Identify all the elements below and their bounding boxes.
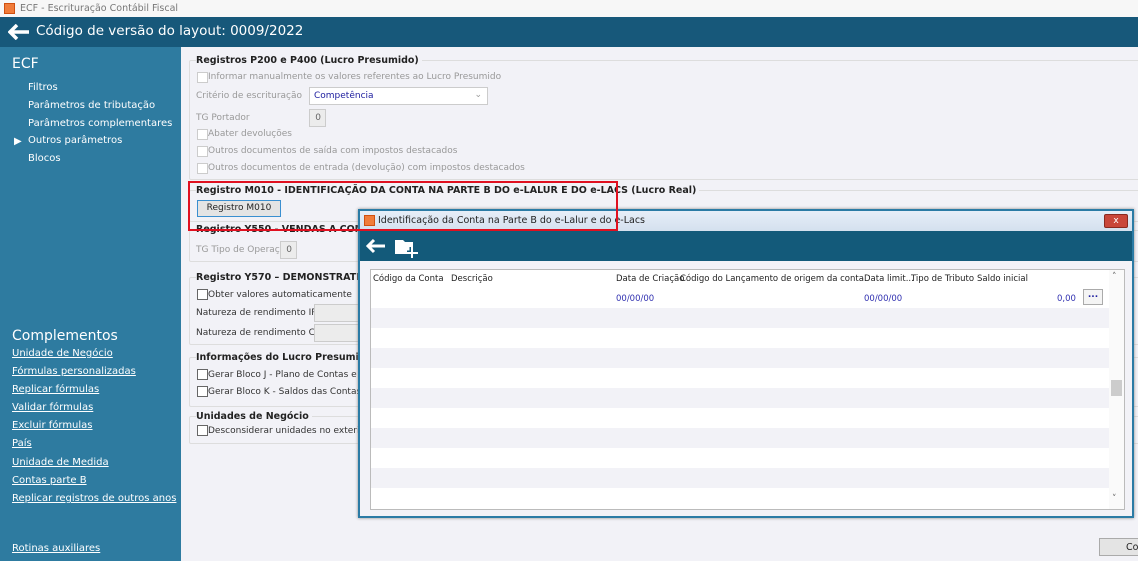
dialog-toolbar [360,231,1132,261]
link-validar-formulas[interactable]: Validar fórmulas [12,402,93,413]
label-informar-manual: Informar manualmente os valores referent… [208,72,502,82]
input-csll[interactable] [314,324,364,342]
window-title: ECF - Escrituração Contábil Fiscal [20,3,179,14]
checkbox-saida[interactable] [197,146,208,157]
label-entrada: Outros documentos de entrada (devolução)… [208,163,525,173]
label-abater: Abater devoluções [208,129,292,139]
scrollbar-thumb[interactable] [1111,380,1122,396]
label-irrf: Natureza de rendimento IRRF [196,308,329,318]
checkbox-bloco-k[interactable] [197,386,208,397]
select-criterio-value: Competência [314,91,374,101]
label-desconsiderar: Desconsiderar unidades no exterior [208,426,369,436]
app-icon [4,3,15,14]
checkbox-obter-valores[interactable] [197,289,208,300]
table-row[interactable] [371,448,1109,468]
sidebar-item-parametros-tributacao[interactable]: Parâmetros de tributação [28,100,155,111]
column-header-codigo-lancamento[interactable]: Código do Lançamento de origem da conta [680,274,864,284]
link-replicar-registros[interactable]: Replicar registros de outros anos [12,493,176,504]
group-title-unidades: Unidades de Negócio [196,411,312,422]
header: Código de versão do layout: 0009/2022 [0,17,1138,47]
dialog-identificacao-conta: Identificação da Conta na Parte B do e-L… [358,209,1134,518]
label-saida: Outros documentos de saída com impostos … [208,146,458,156]
column-header-data-criacao[interactable]: Data de Criação [616,274,684,284]
cell-data-criacao[interactable]: 00/00/00 [616,294,654,304]
link-excluir-formulas[interactable]: Excluir fórmulas [12,420,93,431]
table-row[interactable]: 00/00/00 00/00/00 0,00 ... [371,288,1109,308]
label-csll: Natureza de rendimento CSLL [196,328,331,338]
table-row[interactable] [371,308,1109,328]
checkbox-desconsiderar[interactable] [197,425,208,436]
table-row[interactable] [371,388,1109,408]
input-tg-portador[interactable]: 0 [309,109,326,127]
complementos-title: Complementos [12,328,118,344]
more-button[interactable]: ... [1083,289,1103,305]
label-tg-tipo-operacao: TG Tipo de Operação [196,245,291,255]
close-button[interactable]: x [1104,214,1128,228]
input-irrf[interactable] [314,304,364,322]
select-criterio[interactable]: Competência ⌄ [309,87,488,105]
table-row[interactable] [371,408,1109,428]
table-row[interactable] [371,428,1109,448]
highlight-box [188,181,618,231]
link-unidade-medida[interactable]: Unidade de Medida [12,457,109,468]
sidebar: ECF Filtros Parâmetros de tributação Par… [0,47,181,561]
contas-grid: Código da Conta Descrição Data de Criaçã… [370,269,1125,510]
link-contas-parte-b[interactable]: Contas parte B [12,475,87,486]
label-tg-portador: TG Portador [196,113,250,123]
vertical-scrollbar[interactable]: ˄ ˅ [1109,270,1124,509]
sidebar-item-blocos[interactable]: Blocos [28,153,61,164]
grid-body: 00/00/00 00/00/00 0,00 ... [371,288,1109,510]
checkbox-informar-manual[interactable] [197,72,208,83]
scroll-down-icon[interactable]: ˅ [1112,494,1117,504]
checkbox-abater[interactable] [197,129,208,140]
chevron-down-icon: ⌄ [474,90,482,100]
arrow-left-icon[interactable] [366,238,386,254]
column-header-data-limite[interactable]: Data limit... [864,274,914,284]
link-pais[interactable]: País [12,438,32,449]
column-header-descricao[interactable]: Descrição [451,274,493,284]
label-criterio: Critério de escrituração [196,91,303,101]
sidebar-item-outros-parametros[interactable]: Outros parâmetros [28,135,122,146]
label-obter-valores: Obter valores automaticamente [208,290,352,300]
checkbox-entrada[interactable] [197,163,208,174]
page-title: Código de versão do layout: 0009/2022 [36,23,304,39]
column-header-saldo-inicial[interactable]: Saldo inicial [977,274,1028,284]
table-row[interactable] [371,328,1109,348]
table-row[interactable] [371,488,1109,508]
scroll-up-icon[interactable]: ˄ [1112,272,1117,282]
table-row[interactable] [371,368,1109,388]
caret-right-icon: ▶ [14,136,22,147]
window-titlebar: ECF - Escrituração Contábil Fiscal [0,0,1138,17]
cell-saldo-inicial[interactable]: 0,00 [1057,294,1076,304]
new-folder-icon[interactable] [394,235,420,259]
group-title-p200: Registros P200 e P400 (Lucro Presumido) [196,55,422,66]
link-replicar-formulas[interactable]: Replicar fórmulas [12,384,99,395]
checkbox-bloco-j[interactable] [197,369,208,380]
table-row[interactable] [371,468,1109,488]
link-formulas-personalizadas[interactable]: Fórmulas personalizadas [12,366,136,377]
arrow-left-icon[interactable] [8,24,30,40]
link-rotinas-auxiliares[interactable]: Rotinas auxiliares [12,543,100,554]
sidebar-item-filtros[interactable]: Filtros [28,82,58,93]
input-tg-tipo-operacao[interactable]: 0 [280,241,297,259]
sidebar-title: ECF [12,56,39,72]
table-row[interactable] [371,348,1109,368]
link-unidade-negocio[interactable]: Unidade de Negócio [12,348,113,359]
confirm-button[interactable]: Cor [1099,538,1138,556]
column-header-codigo-conta[interactable]: Código da Conta [373,274,444,284]
column-header-tipo-tributo[interactable]: Tipo de Tributo [911,274,974,284]
sidebar-item-parametros-complementares[interactable]: Parâmetros complementares [28,118,172,129]
cell-data-limite[interactable]: 00/00/00 [864,294,902,304]
